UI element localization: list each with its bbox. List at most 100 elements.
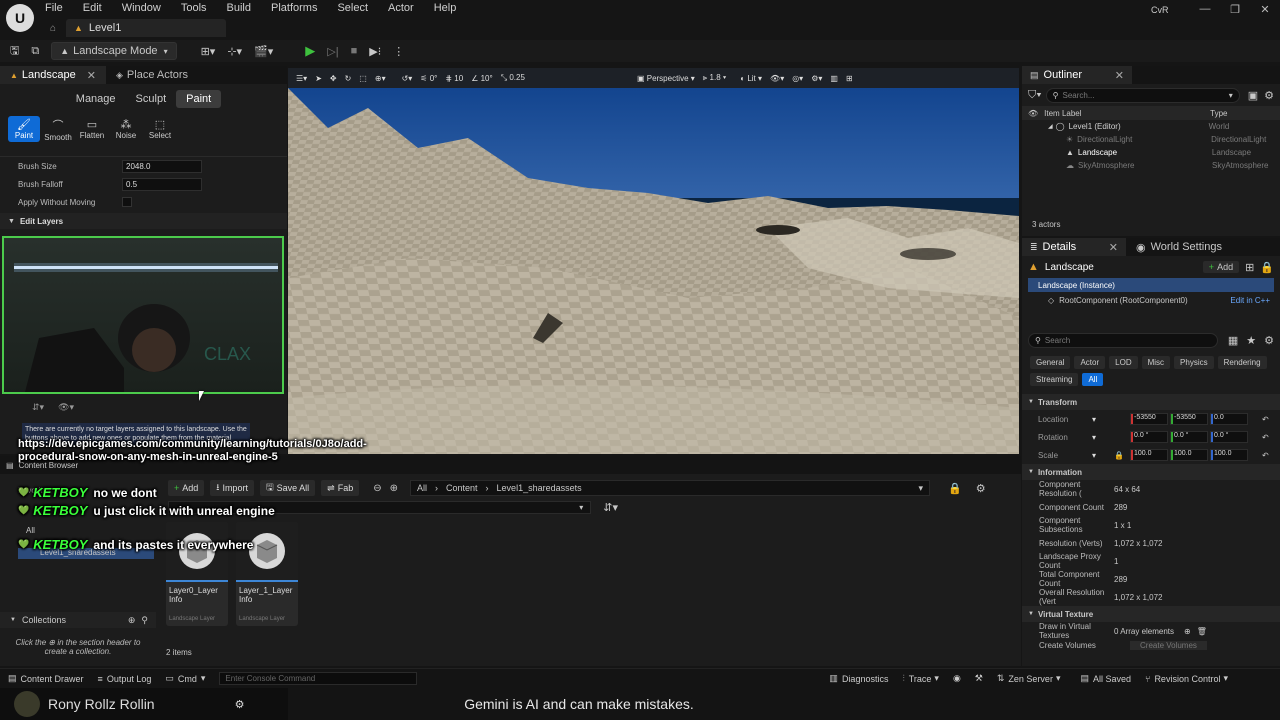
outliner-row-directionallight[interactable]: ☀ DirectionalLight DirectionalLight	[1022, 133, 1280, 146]
translate-icon[interactable]: ✥	[330, 74, 337, 83]
details-search-input[interactable]: ⚲ Search	[1028, 332, 1218, 348]
viewport-menu-icon[interactable]: ☰▾	[296, 74, 307, 83]
lock-icon[interactable]: 🔒	[1260, 261, 1274, 274]
maximize-icon[interactable]: ❐	[1220, 2, 1250, 16]
scale-dropdown[interactable]: Scale ▾	[1022, 451, 1112, 460]
save-all-button[interactable]: 🖫 Save All	[259, 480, 316, 496]
fab-button[interactable]: ⇌ Fab	[321, 480, 360, 496]
world-icon[interactable]: ⊕▾	[375, 74, 386, 83]
create-volumes-button[interactable]: Create Volumes	[1130, 640, 1207, 650]
filter-rendering[interactable]: Rendering	[1217, 356, 1267, 369]
tab-outliner[interactable]: ▤ Outliner ✕	[1022, 66, 1132, 84]
menu-build[interactable]: Build	[227, 2, 251, 14]
revision-control-dropdown[interactable]: ⑂ Revision Control ▾	[1145, 673, 1228, 684]
tool-noise[interactable]: ⁂ Noise	[110, 116, 142, 142]
outliner-row-landscape[interactable]: ▲ Landscape Landscape	[1022, 146, 1280, 159]
rotation-dropdown[interactable]: Rotation ▾	[1022, 433, 1112, 442]
filter-icon[interactable]: ⇵▾	[603, 501, 618, 514]
perspective-dropdown[interactable]: ▣ Perspective ▾	[637, 74, 695, 83]
search-icon[interactable]: ⚲	[141, 615, 148, 626]
browse-icon[interactable]: ⧉	[25, 41, 45, 61]
add-actor-icon[interactable]: ⊞▾	[195, 41, 222, 61]
mode-manage[interactable]: Manage	[66, 90, 126, 108]
lock-icon[interactable]: 🔒	[1114, 451, 1124, 460]
tab-world-settings[interactable]: ◉ World Settings	[1126, 241, 1232, 254]
filter-all[interactable]: All	[1082, 373, 1104, 386]
cmd-dropdown[interactable]: ▭ Cmd ▾	[165, 673, 205, 684]
filter-actor[interactable]: Actor	[1074, 356, 1106, 369]
rotation-z[interactable]: 0.0 °	[1210, 431, 1248, 443]
location-y[interactable]: -53550	[1170, 413, 1208, 425]
scale-y[interactable]: 100.0	[1169, 449, 1208, 461]
collections-header[interactable]: ▼ Collections ⊕ ⚲	[0, 612, 156, 628]
add-component-button[interactable]: + Add	[1202, 261, 1240, 273]
tab-details[interactable]: ≣ Details ✕	[1022, 238, 1126, 256]
layout-icon[interactable]: ▥	[830, 74, 838, 83]
filter-general[interactable]: General	[1030, 356, 1071, 369]
rotate-icon[interactable]: ↻	[345, 74, 352, 83]
close-icon[interactable]: ✕	[1109, 241, 1118, 254]
rotation-y[interactable]: 0.0 °	[1170, 431, 1208, 443]
tool-select[interactable]: ⬚ Select	[144, 116, 176, 142]
location-z[interactable]: 0.0	[1210, 413, 1248, 425]
output-log-button[interactable]: ≡ Output Log	[98, 674, 152, 684]
scale-z[interactable]: 100.0	[1209, 449, 1248, 461]
mode-paint[interactable]: Paint	[176, 90, 222, 108]
add-filter-icon[interactable]: ⛉▾	[1028, 89, 1042, 102]
maximize-viewport-icon[interactable]: ⊞	[846, 74, 853, 83]
tool-icon[interactable]: ⚒	[975, 673, 983, 684]
star-icon[interactable]: ★	[1246, 334, 1256, 347]
location-dropdown[interactable]: Location ▾	[1022, 415, 1112, 424]
outliner-row-skyatmosphere[interactable]: ☁ SkyAtmosphere SkyAtmosphere	[1022, 159, 1280, 172]
cinematics-icon[interactable]: 🎬▾	[248, 41, 279, 61]
location-x[interactable]: -53550	[1130, 413, 1168, 425]
outliner-search-input[interactable]: ⚲ Search... ▾	[1045, 87, 1240, 103]
tab-level1[interactable]: ▲ Level1	[66, 19, 226, 37]
minimize-icon[interactable]: —	[1190, 2, 1220, 16]
root-component-row[interactable]: ◇ RootComponent (RootComponent0) Edit in…	[1022, 292, 1280, 308]
tool-flatten[interactable]: ▭ Flatten	[76, 116, 108, 142]
close-tab-icon[interactable]: ✕	[87, 69, 96, 82]
menu-tools[interactable]: Tools	[181, 2, 207, 14]
history-back-icon[interactable]: ⊖	[373, 483, 381, 494]
filter-streaming[interactable]: Streaming	[1030, 373, 1079, 386]
information-header[interactable]: ▼ Information	[1022, 464, 1280, 480]
stop-icon[interactable]: ■	[345, 41, 364, 61]
play-icon[interactable]: ▶	[299, 41, 321, 61]
settings-icon[interactable]: ⚙	[1264, 334, 1274, 347]
angle-snap[interactable]: ⚟ 0°	[420, 74, 437, 83]
reset-icon[interactable]: ↶	[1262, 415, 1269, 424]
more-options-icon[interactable]: ⋮	[387, 41, 410, 61]
content-drawer-button[interactable]: ▤ Content Drawer	[8, 673, 84, 684]
show-flags-icon[interactable]: 👁▾	[770, 74, 784, 83]
all-saved-indicator[interactable]: ▤ All Saved	[1080, 673, 1131, 684]
menu-window[interactable]: Window	[122, 2, 161, 14]
trash-icon[interactable]: 🗑	[1197, 627, 1207, 636]
surface-snap-icon[interactable]: ↺▾	[402, 74, 413, 83]
settings-icon[interactable]: ⚙	[1264, 89, 1274, 102]
filter-physics[interactable]: Physics	[1174, 356, 1214, 369]
rotation-x[interactable]: 0.0 °	[1130, 431, 1168, 443]
tool-paint[interactable]: 🖌 Paint	[8, 116, 40, 142]
unreal-logo-icon[interactable]: U	[6, 4, 34, 32]
menu-help[interactable]: Help	[434, 2, 457, 14]
apply-without-moving-checkbox[interactable]	[122, 197, 132, 207]
level-viewport[interactable]	[288, 68, 1019, 454]
menu-actor[interactable]: Actor	[388, 2, 414, 14]
edit-layers-header[interactable]: ▼ Edit Layers	[0, 213, 287, 229]
table-view-icon[interactable]: ▦	[1228, 334, 1238, 347]
lock-icon[interactable]: 🔒	[948, 482, 962, 495]
breadcrumb-level1-sharedassets[interactable]: Level1_sharedassets	[497, 483, 582, 493]
close-icon[interactable]: ✕	[1250, 2, 1280, 16]
history-forward-icon[interactable]: ⊕	[390, 483, 398, 494]
tab-place-actors[interactable]: ◈ Place Actors	[106, 66, 198, 84]
scale-icon[interactable]: ⬚	[359, 74, 367, 83]
mode-sculpt[interactable]: Sculpt	[126, 90, 177, 108]
import-button[interactable]: ⭳ Import	[210, 480, 254, 496]
brush-size-field[interactable]: 2048.0	[122, 159, 202, 173]
outliner-row-level1[interactable]: ◢ ◯ Level1 (Editor) World	[1022, 120, 1280, 133]
edit-in-cpp-link[interactable]: Edit in C++	[1230, 296, 1270, 305]
col-type[interactable]: Type	[1210, 109, 1227, 118]
virtual-texture-header[interactable]: ▼ Virtual Texture	[1022, 606, 1280, 622]
close-icon[interactable]: ✕	[1115, 69, 1124, 82]
